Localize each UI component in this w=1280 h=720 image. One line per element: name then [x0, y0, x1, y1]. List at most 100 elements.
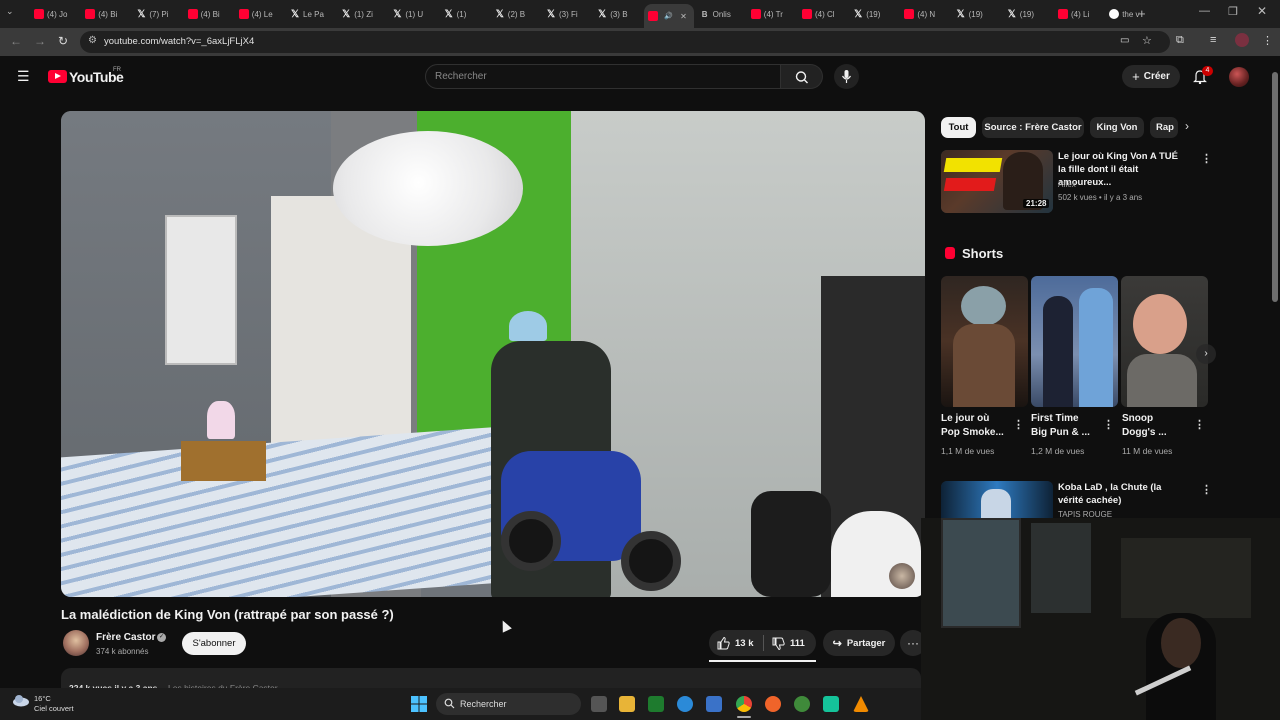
scrollbar-thumb[interactable]	[1272, 72, 1278, 302]
short-title-2[interactable]: First Time Big Pun & ...	[1031, 412, 1097, 440]
thumbs-down-icon[interactable]	[771, 637, 785, 651]
short-2-kebab-icon[interactable]: ⋮	[1103, 418, 1114, 431]
short-body	[953, 324, 1015, 407]
dislike-button[interactable]: 111	[790, 638, 805, 649]
recommended-2-title[interactable]: Koba LaD , la Chute (la vérité cachée)	[1058, 481, 1188, 507]
profile-avatar-icon[interactable]	[1235, 33, 1249, 47]
create-button[interactable]: + Créer	[1122, 65, 1180, 88]
browser-tab[interactable]: 𝕏 (19)	[1003, 4, 1053, 24]
extensions-icon[interactable]: ⧉	[1176, 34, 1184, 47]
nvidia-icon[interactable]	[648, 696, 664, 712]
chip-all[interactable]: Tout	[941, 117, 976, 138]
video-player[interactable]	[61, 111, 925, 597]
chip-rap[interactable]: Rap	[1150, 117, 1178, 138]
weather-description[interactable]: Ciel couvert	[34, 704, 74, 713]
browser-tab[interactable]: 𝕏 (1) U	[388, 4, 438, 24]
recommended-channel[interactable]: Aflex	[1058, 180, 1076, 189]
minimize-icon[interactable]: —	[1199, 5, 1210, 17]
youtube-icon	[1058, 9, 1068, 19]
browser-tab[interactable]: 𝕏 (2) B	[491, 4, 541, 24]
back-icon[interactable]: ←	[10, 34, 22, 48]
browser-tab[interactable]: 𝕏 (19)	[952, 4, 1002, 24]
browser-tab[interactable]: B Onlis	[696, 4, 746, 24]
browser-tab-label: (4) Jo	[47, 9, 68, 19]
guide-menu-icon[interactable]: ☰	[17, 68, 30, 85]
new-tab-icon[interactable]: +	[1138, 6, 1146, 21]
short-3-kebab-icon[interactable]: ⋮	[1194, 418, 1205, 431]
shorts-next-button[interactable]: ›	[1196, 344, 1216, 364]
browser-tab[interactable]: (4) Tr	[747, 4, 797, 24]
edge-icon[interactable]	[677, 696, 693, 712]
chip-source[interactable]: Source : Frère Castor	[982, 117, 1084, 138]
chevron-right-icon[interactable]: ›	[1185, 119, 1189, 133]
browser-tab-label: Le Pa	[303, 9, 324, 19]
audio-playing-icon[interactable]: 🔊	[664, 12, 673, 20]
short-title-1[interactable]: Le jour où Pop Smoke...	[941, 412, 1007, 440]
account-avatar[interactable]	[1229, 67, 1249, 87]
maximize-icon[interactable]: ❐	[1228, 5, 1238, 18]
voice-search-button[interactable]	[834, 64, 859, 89]
kebab-menu-icon[interactable]: ⋮	[1201, 152, 1212, 165]
browser-tab[interactable]: (4) N	[900, 4, 950, 24]
browser-tab[interactable]: (4) Le	[235, 4, 285, 24]
share-button[interactable]: ↪ Partager	[823, 630, 895, 656]
subscribe-button[interactable]: S'abonner	[182, 632, 246, 655]
channel-avatar[interactable]	[63, 630, 89, 656]
youtube-logo-icon[interactable]	[48, 70, 67, 83]
chip-king-von[interactable]: King Von	[1090, 117, 1144, 138]
x-icon: 𝕏	[290, 8, 300, 20]
task-view-icon[interactable]	[591, 696, 607, 712]
thumb2-person	[981, 489, 1011, 521]
browser-tab[interactable]: (4) Bi	[184, 4, 234, 24]
store-icon[interactable]	[706, 696, 722, 712]
browser-tab[interactable]: 𝕏 (19)	[849, 4, 899, 24]
browser-tab[interactable]: 𝕏 (7) Pi	[132, 4, 182, 24]
browser-menu-icon[interactable]: ⋮	[1262, 34, 1273, 47]
forward-icon[interactable]: →	[34, 34, 46, 48]
firefox-icon[interactable]	[765, 696, 781, 712]
windows-start-icon[interactable]	[411, 696, 427, 712]
media-control-icon[interactable]: ≡	[1210, 34, 1216, 46]
temperature[interactable]: 16°C	[34, 694, 51, 703]
webcam-window	[941, 518, 1021, 628]
recommended-title[interactable]: Le jour où King Von A TUÉ la fille dont …	[1058, 150, 1188, 189]
recommended-2-kebab-icon[interactable]: ⋮	[1201, 483, 1212, 496]
browser-tab[interactable]: (4) Jo	[30, 4, 80, 24]
browser-tab[interactable]: (4) Li	[1054, 4, 1104, 24]
tab-search-icon[interactable]: ⌄	[6, 6, 14, 17]
browser-tab-label: (4) Le	[251, 9, 273, 19]
short-title-3[interactable]: Snoop Dogg's ...	[1122, 412, 1188, 440]
browser-tab[interactable]: (4) Cl	[798, 4, 848, 24]
app-icon-teal[interactable]	[823, 696, 839, 712]
short-1-kebab-icon[interactable]: ⋮	[1013, 418, 1024, 431]
browser-tab[interactable]: 🔊 ✕	[644, 4, 695, 28]
short-thumbnail-2[interactable]	[1031, 276, 1118, 407]
browser-tab[interactable]: 𝕏 (3) Fi	[542, 4, 592, 24]
short-thumbnail-1[interactable]	[941, 276, 1028, 407]
file-explorer-icon[interactable]	[619, 696, 635, 712]
cloudy-weather-icon[interactable]	[12, 693, 30, 707]
app-icon-green[interactable]	[794, 696, 810, 712]
search-button[interactable]	[781, 64, 823, 89]
site-info-icon[interactable]: ⚙	[88, 35, 97, 46]
browser-tab[interactable]: the v	[1105, 4, 1155, 24]
channel-name[interactable]: Frère Castor	[96, 632, 155, 643]
like-button[interactable]: 13 k	[735, 638, 754, 649]
close-window-icon[interactable]: ✕	[1257, 4, 1267, 18]
chrome-icon[interactable]	[736, 696, 752, 712]
browser-tab[interactable]: 𝕏 (3) B	[593, 4, 643, 24]
cast-icon[interactable]: ▭	[1120, 35, 1129, 46]
reload-icon[interactable]: ↻	[58, 34, 68, 48]
browser-tab[interactable]: 𝕏 (1) Zi	[337, 4, 387, 24]
short-thumbnail-3[interactable]	[1121, 276, 1208, 407]
close-tab-icon[interactable]: ✕	[680, 12, 687, 21]
thumbs-up-icon[interactable]	[716, 636, 730, 650]
url-text[interactable]: youtube.com/watch?v=_6axLjFLjX4	[104, 36, 254, 47]
browser-tab-label: (4) Bi	[200, 9, 220, 19]
bookmark-star-icon[interactable]: ☆	[1142, 34, 1152, 47]
browser-tab[interactable]: (4) Bi	[81, 4, 131, 24]
recommended-2-thumbnail[interactable]	[941, 481, 1053, 521]
browser-tab[interactable]: 𝕏 (1)	[440, 4, 490, 24]
browser-tab[interactable]: 𝕏 Le Pa	[286, 4, 336, 24]
taskbar-search-input[interactable]	[436, 693, 581, 715]
